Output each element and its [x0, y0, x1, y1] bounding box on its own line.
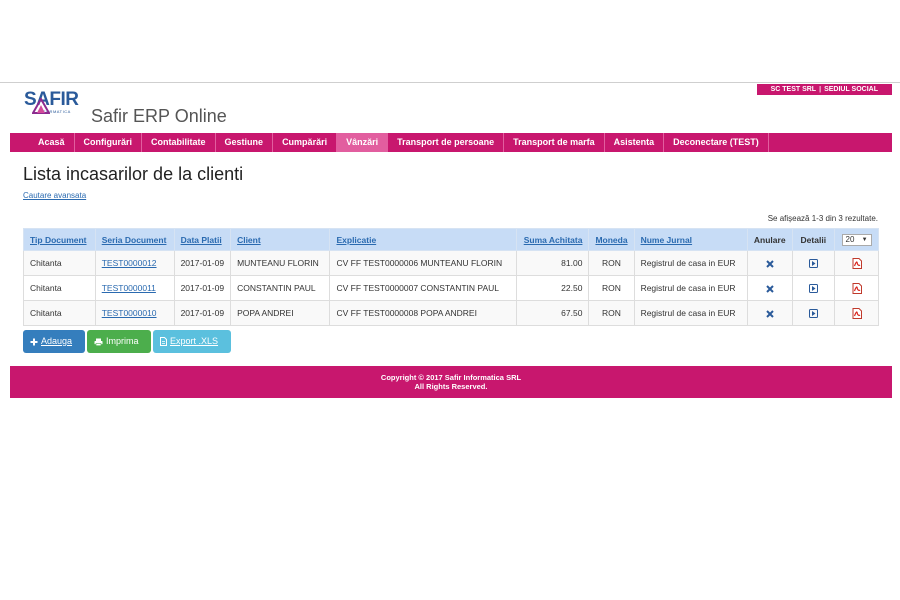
- cell-client: CONSTANTIN PAUL: [230, 275, 331, 301]
- cell-tip: Chitanta: [23, 250, 96, 276]
- cell-explicatie: CV FF TEST0000006 MUNTEANU FLORIN: [329, 250, 517, 276]
- serie-link[interactable]: TEST0000011: [102, 283, 156, 293]
- cell-data: 2017-01-09: [173, 275, 232, 301]
- per-page-value: 20: [845, 235, 855, 244]
- cell-jurnal: Registrul de casa in EUR: [633, 250, 748, 276]
- close-icon[interactable]: [766, 310, 774, 318]
- col-header-seria-document[interactable]: Seria Document: [94, 228, 175, 251]
- nav-item-transport-persoane[interactable]: Transport de persoane: [388, 133, 505, 152]
- pdf-icon[interactable]: [852, 307, 862, 319]
- plus-icon: [30, 338, 38, 345]
- app-title: Safir ERP Online: [91, 106, 227, 126]
- arrow-right-box-icon[interactable]: [808, 309, 818, 319]
- table-row: Chitanta TEST0000012 2017-01-09 MUNTEANU…: [23, 250, 879, 276]
- cell-detalii: [791, 250, 836, 276]
- cell-moneda: RON: [588, 275, 635, 301]
- cell-anulare: [746, 275, 793, 301]
- nav-item-contabilitate[interactable]: Contabilitate: [142, 133, 216, 152]
- nav-item-configurari[interactable]: Configurări: [75, 133, 143, 152]
- arrow-right-box-icon[interactable]: [808, 259, 818, 269]
- cell-jurnal: Registrul de casa in EUR: [633, 275, 748, 301]
- close-icon[interactable]: [766, 260, 774, 268]
- col-header-data-platii[interactable]: Data Platii: [173, 228, 232, 251]
- cell-jurnal: Registrul de casa in EUR: [633, 300, 748, 326]
- cell-suma: 81.00: [515, 250, 590, 276]
- results-summary: Se afișează 1-3 din 3 rezultate.: [767, 214, 878, 223]
- page-title: Lista incasarilor de la clienti: [23, 164, 244, 184]
- add-button[interactable]: Adauga: [23, 330, 85, 353]
- arrow-right-box-icon[interactable]: [808, 284, 818, 294]
- cell-detalii: [791, 300, 836, 326]
- cell-pdf: [834, 300, 879, 326]
- advanced-search-link[interactable]: Cautare avansata: [23, 191, 86, 200]
- rights-text: All Rights Reserved.: [414, 382, 488, 391]
- separator: |: [819, 86, 822, 93]
- company-bar: SC TEST SRL | SEDIUL SOCIAL: [756, 84, 892, 95]
- cell-data: 2017-01-09: [173, 250, 232, 276]
- col-header-client[interactable]: Client: [230, 228, 331, 251]
- cell-client: POPA ANDREI: [230, 300, 331, 326]
- cell-pdf: [834, 275, 879, 301]
- cell-serie: TEST0000012: [94, 250, 175, 276]
- nav-item-deconectare[interactable]: Deconectare (TEST): [664, 133, 769, 152]
- chevron-down-icon: ▼: [861, 236, 868, 243]
- company-name[interactable]: SC TEST SRL: [771, 84, 817, 95]
- print-button-label: Imprima: [106, 336, 139, 346]
- table-row: Chitanta TEST0000010 2017-01-09 POPA AND…: [23, 300, 879, 326]
- export-button-label: Export .XLS: [170, 336, 219, 346]
- serie-link[interactable]: TEST0000010: [102, 308, 157, 318]
- pdf-icon[interactable]: [852, 257, 862, 269]
- cell-serie: TEST0000011: [94, 275, 175, 301]
- cell-explicatie: CV FF TEST0000007 CONSTANTIN PAUL: [329, 275, 517, 301]
- cell-moneda: RON: [588, 250, 635, 276]
- file-icon: [160, 337, 167, 346]
- pdf-icon[interactable]: [852, 282, 862, 294]
- cell-anulare: [746, 300, 793, 326]
- payments-table: Tip Document Seria Document Data Platii …: [23, 228, 879, 326]
- page-footer: Copyright © 2017 Safir Informatica SRL A…: [10, 366, 892, 398]
- nav-item-vanzari[interactable]: Vânzări: [337, 133, 389, 152]
- nav-item-acasa[interactable]: Acasă: [10, 133, 75, 152]
- print-button[interactable]: Imprima: [87, 330, 151, 353]
- safir-logo[interactable]: SAFIR INFORMATICA: [24, 90, 86, 122]
- action-buttons: Adauga Imprima Export .XLS: [23, 330, 231, 353]
- col-header-moneda[interactable]: Moneda: [588, 228, 635, 251]
- serie-link[interactable]: TEST0000012: [102, 258, 157, 268]
- table-row: Chitanta TEST0000011 2017-01-09 CONSTANT…: [23, 275, 879, 301]
- cell-pdf: [834, 250, 879, 276]
- cell-data: 2017-01-09: [173, 300, 232, 326]
- export-xls-button[interactable]: Export .XLS: [153, 330, 231, 353]
- cell-detalii: [791, 275, 836, 301]
- cell-client: MUNTEANU FLORIN: [230, 250, 331, 276]
- cell-serie: TEST0000010: [94, 300, 175, 326]
- nav-item-gestiune[interactable]: Gestiune: [216, 133, 274, 152]
- col-header-explicatie[interactable]: Explicatie: [329, 228, 517, 251]
- cell-suma: 22.50: [515, 275, 590, 301]
- cell-tip: Chitanta: [23, 275, 96, 301]
- copyright-text: Copyright © 2017 Safir Informatica SRL: [380, 373, 522, 382]
- nav-item-asistenta[interactable]: Asistenta: [605, 133, 665, 152]
- add-button-label: Adauga: [41, 336, 73, 346]
- office-name[interactable]: SEDIUL SOCIAL: [824, 84, 878, 95]
- per-page-select[interactable]: 20 ▼: [841, 233, 872, 246]
- col-header-detalii: Detalii: [791, 228, 836, 251]
- table-header-row: Tip Document Seria Document Data Platii …: [23, 228, 879, 251]
- cell-moneda: RON: [588, 300, 635, 326]
- nav-item-cumparari[interactable]: Cumpărări: [273, 133, 338, 152]
- cell-anulare: [746, 250, 793, 276]
- col-header-suma-achitata[interactable]: Suma Achitata: [515, 228, 590, 251]
- printer-icon: [94, 338, 103, 346]
- cell-suma: 67.50: [515, 300, 590, 326]
- nav-item-transport-marfa[interactable]: Transport de marfa: [504, 133, 605, 152]
- close-icon[interactable]: [766, 285, 774, 293]
- col-header-tip-document[interactable]: Tip Document: [23, 228, 96, 251]
- top-divider: [0, 82, 900, 83]
- cell-explicatie: CV FF TEST0000008 POPA ANDREI: [329, 300, 517, 326]
- col-header-nume-jurnal[interactable]: Nume Jurnal: [633, 228, 748, 251]
- main-nav: Acasă Configurări Contabilitate Gestiune…: [10, 133, 892, 152]
- cell-tip: Chitanta: [23, 300, 96, 326]
- col-header-per-page: 20 ▼: [834, 228, 879, 251]
- col-header-anulare: Anulare: [746, 228, 793, 251]
- logo-mark-icon: [32, 98, 50, 114]
